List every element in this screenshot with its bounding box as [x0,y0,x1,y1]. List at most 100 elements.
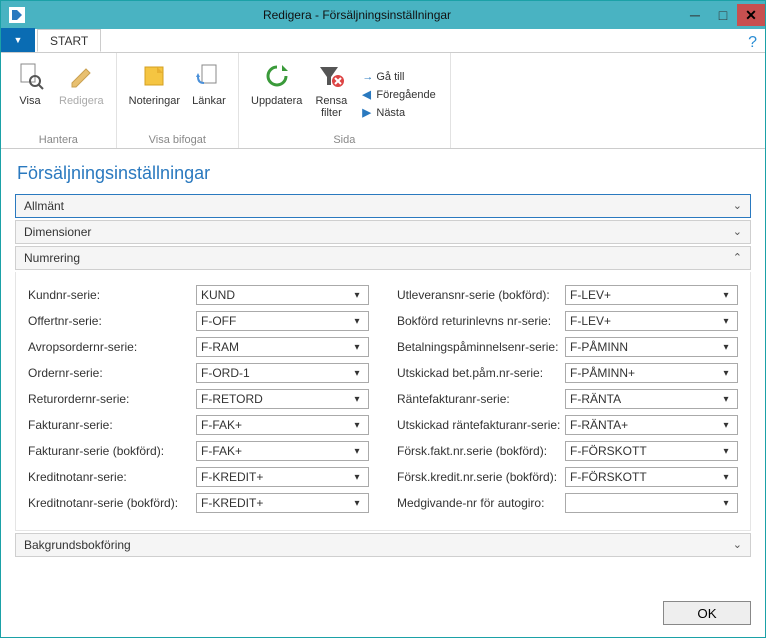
series-combo[interactable]: KUND▾ [196,285,369,305]
combo-value: F-RÄNTA+ [570,418,719,432]
help-icon[interactable]: ? [748,34,757,52]
field-row: Kundnr-serie:KUND▾ [28,282,369,308]
maximize-button[interactable]: □ [709,4,737,26]
combo-value: F-KREDIT+ [201,470,350,484]
series-combo[interactable]: F-OFF▾ [196,311,369,331]
series-combo[interactable]: F-ORD-1▾ [196,363,369,383]
rensa-filter-button[interactable]: Rensa filter [308,57,354,132]
combo-value: F-FAK+ [201,418,350,432]
app-icon [9,7,25,23]
section-allmant[interactable]: Allmänt ⌄ [15,194,751,218]
series-combo[interactable]: F-LEV+▾ [565,285,738,305]
section-dimensioner[interactable]: Dimensioner ⌄ [15,220,751,244]
series-combo[interactable]: F-FÖRSKOTT▾ [565,467,738,487]
field-label: Fakturanr-serie: [28,418,196,432]
combo-value: KUND [201,288,350,302]
field-label: Utskickad räntefakturanr-serie: [397,418,565,432]
view-icon [13,59,47,93]
nav-links: →Gå till ◀Föregående ▶Nästa [354,57,443,132]
field-row: Medgivande-nr för autogiro:▾ [397,490,738,516]
series-combo[interactable]: F-FAK+▾ [196,441,369,461]
series-combo[interactable]: F-RÄNTA+▾ [565,415,738,435]
redigera-button[interactable]: Redigera [53,57,110,132]
clear-filter-icon [314,59,348,93]
field-label: Returordernr-serie: [28,392,196,406]
chevron-down-icon: ▾ [719,290,733,301]
series-combo[interactable]: F-RÄNTA▾ [565,389,738,409]
field-row: Offertnr-serie:F-OFF▾ [28,308,369,334]
section-bakgrund[interactable]: Bakgrundsbokföring ⌄ [15,533,751,557]
group-sida-label: Sida [245,134,444,146]
chevron-down-icon: ▾ [719,316,733,327]
chevron-down-icon: ▾ [719,342,733,353]
close-button[interactable]: ✕ [737,4,765,26]
series-combo[interactable]: F-KREDIT+▾ [196,493,369,513]
chevron-down-icon: ⌄ [733,195,742,217]
visa-button[interactable]: Visa [7,57,53,132]
field-label: Kreditnotanr-serie (bokförd): [28,496,196,510]
field-label: Ordernr-serie: [28,366,196,380]
chevron-down-icon: ▾ [350,342,364,353]
field-row: Fakturanr-serie:F-FAK+▾ [28,412,369,438]
series-combo[interactable]: F-RAM▾ [196,337,369,357]
series-combo[interactable]: F-KREDIT+▾ [196,467,369,487]
combo-value: F-LEV+ [570,288,719,302]
series-combo[interactable]: ▾ [565,493,738,513]
chevron-up-icon: ⌃ [733,247,742,269]
chevron-down-icon: ▾ [719,446,733,457]
combo-value: F-FAK+ [201,444,350,458]
foregaende-link[interactable]: ◀Föregående [362,86,435,104]
file-tab[interactable]: ▼ [1,28,35,52]
field-label: Försk.fakt.nr.serie (bokförd): [397,444,565,458]
field-label: Fakturanr-serie (bokförd): [28,444,196,458]
field-row: Utskickad räntefakturanr-serie:F-RÄNTA+▾ [397,412,738,438]
field-label: Bokförd returinlevns nr-serie: [397,314,565,328]
combo-value: F-KREDIT+ [201,496,350,510]
section-numrering[interactable]: Numrering ⌃ [15,246,751,270]
group-hantera-label: Hantera [7,134,110,146]
series-combo[interactable]: F-PÅMINN▾ [565,337,738,357]
combo-value: F-FÖRSKOTT [570,470,719,484]
chevron-down-icon: ▾ [350,498,364,509]
noteringar-button[interactable]: Noteringar [123,57,186,132]
series-combo[interactable]: F-LEV+▾ [565,311,738,331]
chevron-down-icon: ▾ [350,368,364,379]
ribbon: Visa Redigera Hantera Noteringar [1,53,765,149]
field-label: Utskickad bet.påm.nr-serie: [397,366,565,380]
ribbon-tabs: ▼ START ? [1,29,765,53]
content-area: Försäljningsinställningar Allmänt ⌄ Dime… [1,149,765,557]
tab-start[interactable]: START [37,29,101,52]
field-row: Ordernr-serie:F-ORD-1▾ [28,360,369,386]
arrow-right-icon: → [362,71,376,83]
nasta-link[interactable]: ▶Nästa [362,104,435,122]
notes-icon [137,59,171,93]
series-combo[interactable]: F-FAK+▾ [196,415,369,435]
field-row: Utskickad bet.påm.nr-serie:F-PÅMINN+▾ [397,360,738,386]
field-label: Betalningspåminnelsenr-serie: [397,340,565,354]
field-row: Bokförd returinlevns nr-serie:F-LEV+▾ [397,308,738,334]
chevron-down-icon: ▾ [719,498,733,509]
field-label: Utleveransnr-serie (bokförd): [397,288,565,302]
chevron-down-icon: ▾ [350,446,364,457]
field-row: Försk.kredit.nr.serie (bokförd):F-FÖRSKO… [397,464,738,490]
series-combo[interactable]: F-FÖRSKOTT▾ [565,441,738,461]
minimize-button[interactable]: ─ [681,4,709,26]
field-row: Returordernr-serie:F-RETORD▾ [28,386,369,412]
field-row: Räntefakturanr-serie:F-RÄNTA▾ [397,386,738,412]
field-label: Kundnr-serie: [28,288,196,302]
chevron-down-icon: ⌄ [733,221,742,243]
chevron-down-icon: ▾ [350,316,364,327]
edit-icon [64,59,98,93]
refresh-icon [260,59,294,93]
lankar-button[interactable]: Länkar [186,57,232,132]
arrow-right-fill-icon: ▶ [362,106,376,119]
series-combo[interactable]: F-RETORD▾ [196,389,369,409]
chevron-down-icon: ▾ [350,420,364,431]
combo-value: F-PÅMINN+ [570,366,719,380]
series-combo[interactable]: F-PÅMINN+▾ [565,363,738,383]
ok-button[interactable]: OK [663,601,751,625]
combo-value: F-RÄNTA [570,392,719,406]
uppdatera-button[interactable]: Uppdatera [245,57,308,132]
ga-till-link[interactable]: →Gå till [362,68,435,86]
page-title: Försäljningsinställningar [17,163,751,184]
